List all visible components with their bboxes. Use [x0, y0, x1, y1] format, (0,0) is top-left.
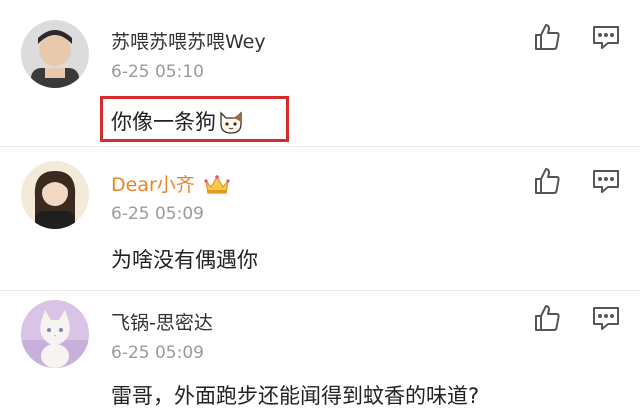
comment-text: 雷哥，外面跑步还能闻得到蚊香的味道?	[111, 384, 480, 408]
crown-icon	[203, 173, 231, 202]
timestamp: 6-25 05:09	[111, 343, 204, 363]
comment-icon[interactable]	[590, 302, 622, 334]
username[interactable]: Dear小齐	[111, 170, 231, 202]
timestamp: 6-25 05:10	[111, 62, 204, 82]
thumbs-up-icon[interactable]	[531, 302, 563, 334]
comment-item-2: Dear小齐 6-25 05:09 为啥没有偶遇你	[0, 146, 640, 291]
username[interactable]: 苏喂苏喂苏喂Wey	[111, 27, 266, 54]
comment-icon[interactable]	[590, 165, 622, 197]
comment-text: 为啥没有偶遇你	[111, 248, 258, 272]
timestamp: 6-25 05:09	[111, 204, 204, 224]
thumbs-up-icon[interactable]	[531, 21, 563, 53]
username[interactable]: 飞锅-思密达	[111, 308, 213, 335]
username-text: Dear小齐	[111, 174, 195, 196]
avatar[interactable]	[21, 20, 89, 88]
comment-icon[interactable]	[590, 21, 622, 53]
comment-item-1: 苏喂苏喂苏喂Wey 6-25 05:10 你像一条狗	[0, 0, 640, 147]
avatar[interactable]	[21, 300, 89, 368]
thumbs-up-icon[interactable]	[531, 165, 563, 197]
comment-item-3: 飞锅-思密达 6-25 05:09 雷哥，外面跑步还能闻得到蚊香的味道?	[0, 290, 640, 420]
avatar[interactable]	[21, 161, 89, 229]
highlight-box	[100, 96, 289, 142]
